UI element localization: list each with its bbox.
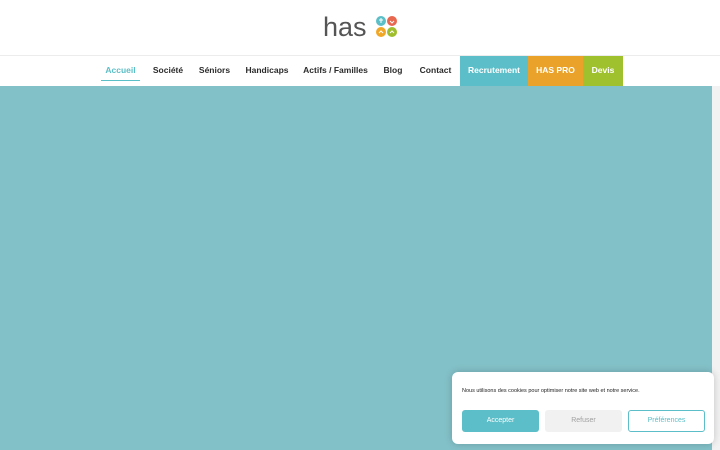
- has-logo[interactable]: has: [323, 8, 403, 48]
- accept-cookies-button[interactable]: Accepter: [462, 410, 539, 432]
- nav-societe[interactable]: Société: [149, 56, 187, 86]
- nav-actifs-familles-label: Actifs / Familles: [303, 65, 368, 75]
- cookie-preferences-button[interactable]: Préférences: [628, 410, 705, 432]
- active-underline: [101, 80, 140, 81]
- heart-icon: [387, 16, 397, 26]
- main-nav: Accueil Société Séniors Handicaps Actifs…: [0, 56, 720, 86]
- nav-seniors-label: Séniors: [198, 65, 231, 75]
- nav-devis-label: Devis: [591, 65, 615, 75]
- cookie-message: Nous utilisons des cookies pour optimise…: [462, 388, 640, 394]
- nav-societe-label: Société: [152, 65, 184, 75]
- nav-seniors[interactable]: Séniors: [196, 56, 233, 86]
- nav-accueil[interactable]: Accueil: [101, 56, 140, 86]
- nav-devis[interactable]: Devis: [583, 56, 623, 86]
- nav-actifs-familles[interactable]: Actifs / Familles: [302, 56, 369, 86]
- house-icon: [387, 27, 397, 37]
- nav-recrutement-label: Recrutement: [468, 65, 520, 75]
- nav-blog[interactable]: Blog: [380, 56, 406, 86]
- site-header: has: [0, 0, 720, 56]
- cookie-banner: Nous utilisons des cookies pour optimise…: [452, 372, 714, 444]
- nav-contact[interactable]: Contact: [416, 56, 455, 86]
- nav-blog-label: Blog: [383, 65, 403, 75]
- nav-recrutement[interactable]: Recrutement: [460, 56, 528, 86]
- nav-has-pro[interactable]: HAS PRO: [528, 56, 583, 86]
- nav-handicaps-label: Handicaps: [245, 65, 289, 75]
- nav-handicaps[interactable]: Handicaps: [243, 56, 291, 86]
- house-icon: [376, 27, 386, 37]
- nav-contact-label: Contact: [419, 65, 452, 75]
- nav-has-pro-label: HAS PRO: [536, 65, 575, 75]
- logo-wordmark: has: [323, 12, 367, 42]
- refuse-cookies-button[interactable]: Refuser: [545, 410, 622, 432]
- nav-accueil-label: Accueil: [105, 65, 136, 75]
